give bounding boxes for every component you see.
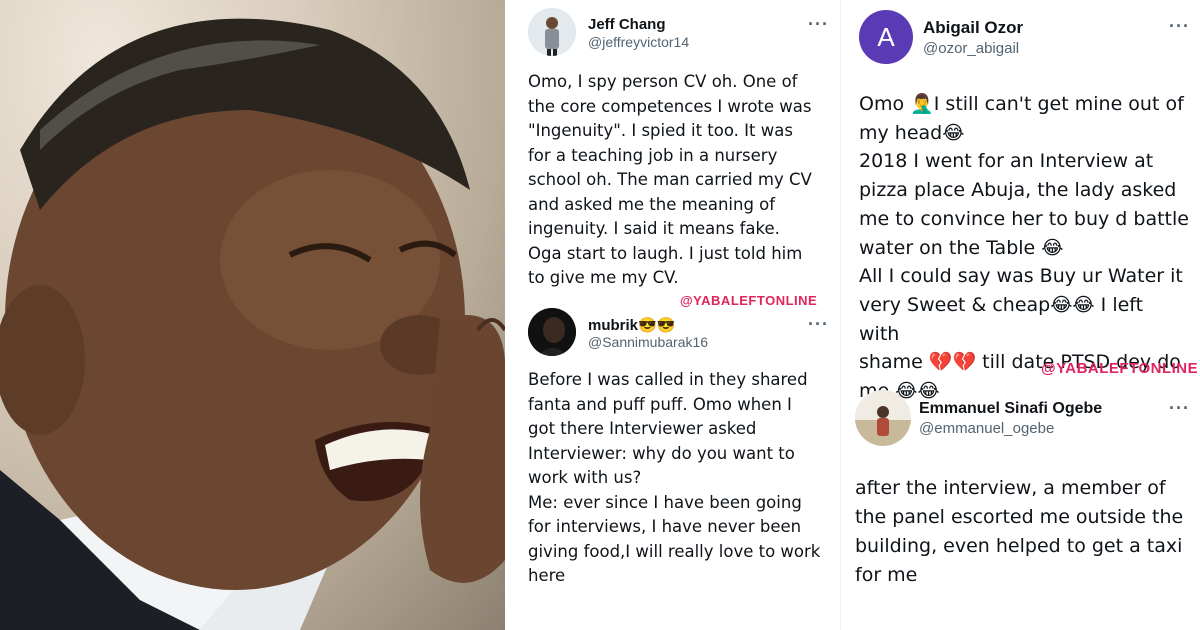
photo-illustration — [0, 18, 505, 630]
watermark-yabaleftonline: @YABALEFTONLINE — [680, 293, 818, 308]
author-handle[interactable]: @jeffreyvictor14 — [588, 34, 689, 50]
tweet-text: Omo, I spy person CV oh. One of the core… — [528, 72, 812, 287]
more-options-icon[interactable]: ··· — [1169, 16, 1190, 37]
tweet-mubrik[interactable]: mubrik😎😎 @Sannimubarak16 ··· Before I wa… — [508, 308, 840, 630]
avatar[interactable] — [855, 390, 911, 446]
avatar[interactable] — [528, 8, 576, 56]
author-handle[interactable]: @Sannimubarak16 — [588, 334, 708, 350]
person-avatar-icon — [855, 390, 911, 446]
author-handle[interactable]: @ozor_abigail — [923, 40, 1019, 57]
tweet-jeff-chang[interactable]: Jeff Chang @jeffreyvictor14 ··· Omo, I s… — [508, 8, 840, 298]
person-avatar-icon — [528, 308, 576, 356]
more-options-icon[interactable]: ··· — [808, 314, 829, 335]
avatar[interactable]: A — [859, 10, 913, 64]
more-options-icon[interactable]: ··· — [808, 14, 829, 35]
tweet-abigail-ozor[interactable]: A Abigail Ozor @ozor_abigail ··· Omo 🤦‍♂… — [841, 10, 1200, 402]
author-name[interactable]: Jeff Chang — [588, 16, 666, 33]
laughing-man-photo — [0, 0, 505, 630]
tweet-text: after the interview, a member of the pan… — [855, 477, 1184, 586]
author-name[interactable]: Emmanuel Sinafi Ogebe — [919, 400, 1102, 418]
tweet-text: Omo 🤦‍♂️I still can't get mine out of my… — [859, 93, 1189, 403]
author-name[interactable]: Abigail Ozor — [923, 18, 1023, 38]
author-handle[interactable]: @emmanuel_ogebe — [919, 420, 1054, 437]
person-avatar-icon — [528, 8, 576, 56]
more-options-icon[interactable]: ··· — [1169, 398, 1190, 419]
avatar[interactable] — [528, 308, 576, 356]
tweets-column-left: Jeff Chang @jeffreyvictor14 ··· Omo, I s… — [508, 0, 840, 630]
tweet-emmanuel-ogebe[interactable]: Emmanuel Sinafi Ogebe @emmanuel_ogebe ··… — [841, 390, 1200, 630]
tweets-column-right: A Abigail Ozor @ozor_abigail ··· Omo 🤦‍♂… — [840, 0, 1200, 630]
author-name[interactable]: mubrik😎😎 — [588, 316, 675, 334]
tweet-text: Before I was called in they shared fanta… — [528, 370, 821, 585]
watermark-yabaleftonline: @YABALEFTONLINE — [1041, 360, 1199, 377]
